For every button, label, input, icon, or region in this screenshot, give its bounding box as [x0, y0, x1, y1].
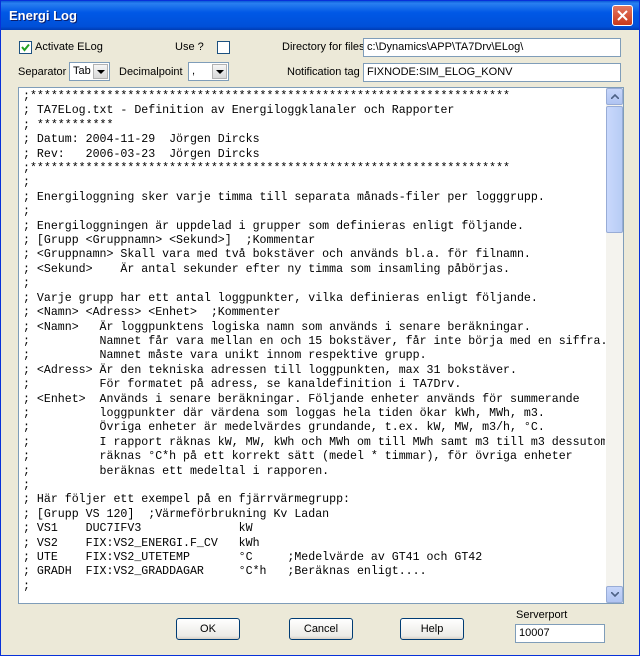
- editor-line: ; <Gruppnamn> Skall vara med två bokstäv…: [23, 248, 531, 262]
- serverport-label: Serverport: [516, 609, 568, 621]
- directory-label: Directory for files: [282, 41, 365, 53]
- checkmark-icon: [21, 43, 30, 52]
- editor-line: ; <Sekund> Är antal sekunder efter ny ti…: [23, 262, 511, 276]
- chevron-up-icon: [611, 94, 619, 99]
- editor-text[interactable]: ;***************************************…: [23, 90, 605, 594]
- ok-button[interactable]: OK: [176, 618, 240, 640]
- decimalpoint-value: ,: [192, 65, 196, 77]
- editor-line: ; Namnet måste vara unikt innom respekti…: [23, 349, 427, 363]
- separator-label: Separator: [18, 66, 67, 78]
- editor-line: ; VS2 FIX:VS2_ENERGI.F_CV kWh: [23, 536, 260, 550]
- activate-elog-checkbox[interactable]: [19, 41, 32, 54]
- editor-line: ; TA7ELog.txt - Definition av Energilogg…: [23, 104, 455, 118]
- editor-line: ; Energiloggningen är uppdelad i grupper…: [23, 219, 524, 233]
- directory-field[interactable]: c:\Dynamics\APP\TA7Drv\ELog\: [363, 38, 621, 57]
- vertical-scrollbar[interactable]: [606, 88, 623, 603]
- editor-line: ;***************************************…: [23, 90, 511, 103]
- chevron-down-icon: [611, 592, 619, 597]
- editor-line: ; [Grupp <Gruppnamn> <Sekund>] ;Kommenta…: [23, 234, 316, 248]
- decimalpoint-dropdown-button[interactable]: [212, 64, 227, 79]
- serverport-field[interactable]: 10007: [515, 624, 605, 643]
- scroll-up-button[interactable]: [606, 88, 623, 105]
- window-title: Energi Log: [9, 8, 77, 23]
- editor-line: ; UTE FIX:VS2_UTETEMP °C ;Medelvärde av …: [23, 551, 483, 564]
- editor-line: ; Varje grupp har ett antal loggpunkter,…: [23, 291, 538, 305]
- editor-line: ;: [23, 277, 30, 291]
- editor-line: ; ***********: [23, 118, 114, 132]
- editor-line: ; beräknas ett medeltal i rapporen.: [23, 464, 330, 478]
- editor-line: ; I rapport räknas kW, MW, kWh och MWh o…: [23, 435, 605, 449]
- editor-line: ; räknas °C*h på ett korrekt sätt (medel…: [23, 450, 573, 464]
- editor-line: ;: [23, 478, 30, 492]
- editor-line: ; Övriga enheter är medelvärdes grundand…: [23, 421, 545, 435]
- use-checkbox[interactable]: [217, 41, 230, 54]
- editor-line: ; Rev: 2006-03-23 Jörgen Dircks: [23, 147, 260, 161]
- editor-line: ;: [23, 579, 30, 593]
- editor-line: ;: [23, 205, 30, 219]
- editor-line: ; loggpunkter där värdena som loggas hel…: [23, 406, 545, 420]
- editor-line: ; <Namn> Är loggpunktens logiska namn so…: [23, 320, 531, 334]
- editor-line: ; Här följer ett exempel på en fjärrvärm…: [23, 493, 350, 507]
- close-icon: [617, 10, 628, 21]
- separator-dropdown-button[interactable]: [93, 64, 108, 79]
- definition-text-editor[interactable]: ;***************************************…: [18, 87, 624, 604]
- activate-elog-label: Activate ELog: [35, 41, 103, 53]
- editor-line: ; [Grupp VS 120] ;Värmeförbrukning Kv La…: [23, 507, 330, 521]
- notification-label: Notification tag: [287, 66, 360, 78]
- editor-line: ; <Adress> Är den tekniska adressen till…: [23, 363, 517, 377]
- cancel-button[interactable]: Cancel: [289, 618, 353, 640]
- editor-line: ; <Enhet> Används i senare beräkningar. …: [23, 392, 580, 406]
- close-button[interactable]: [612, 5, 633, 26]
- chevron-down-icon: [216, 70, 224, 74]
- decimalpoint-label: Decimalpoint: [119, 66, 183, 78]
- scroll-down-button[interactable]: [606, 586, 623, 603]
- editor-line: ; Datum: 2004-11-29 Jörgen Dircks: [23, 133, 260, 147]
- editor-line: ;***************************************…: [23, 162, 511, 176]
- separator-value: Tab: [73, 65, 91, 77]
- editor-line: ; För formatet på adress, se kanaldefini…: [23, 378, 462, 392]
- editor-line: ; GRADH FIX:VS2_GRADDAGAR °C*h ;Beräknas…: [23, 565, 427, 579]
- chevron-down-icon: [97, 70, 105, 74]
- scroll-thumb[interactable]: [606, 106, 623, 233]
- editor-line: ;: [23, 176, 30, 190]
- decimalpoint-select[interactable]: ,: [188, 62, 229, 81]
- editor-line: ; <Namn> <Adress> <Enhet> ;Kommenter: [23, 306, 281, 320]
- energi-log-window: Energi Log Activate ELog Use ? Directory…: [0, 0, 640, 656]
- use-label: Use ?: [175, 41, 204, 53]
- editor-line: ; VS1 DUC7IFV3 kW: [23, 522, 253, 536]
- notification-field[interactable]: FIXNODE:SIM_ELOG_KONV: [363, 63, 621, 82]
- separator-select[interactable]: Tab: [69, 62, 110, 81]
- title-bar: Energi Log: [1, 1, 639, 30]
- editor-line: ; Namnet får vara mellan en och 15 bokst…: [23, 334, 605, 348]
- help-button[interactable]: Help: [400, 618, 464, 640]
- editor-line: ; Energiloggning sker varje timma till s…: [23, 190, 545, 204]
